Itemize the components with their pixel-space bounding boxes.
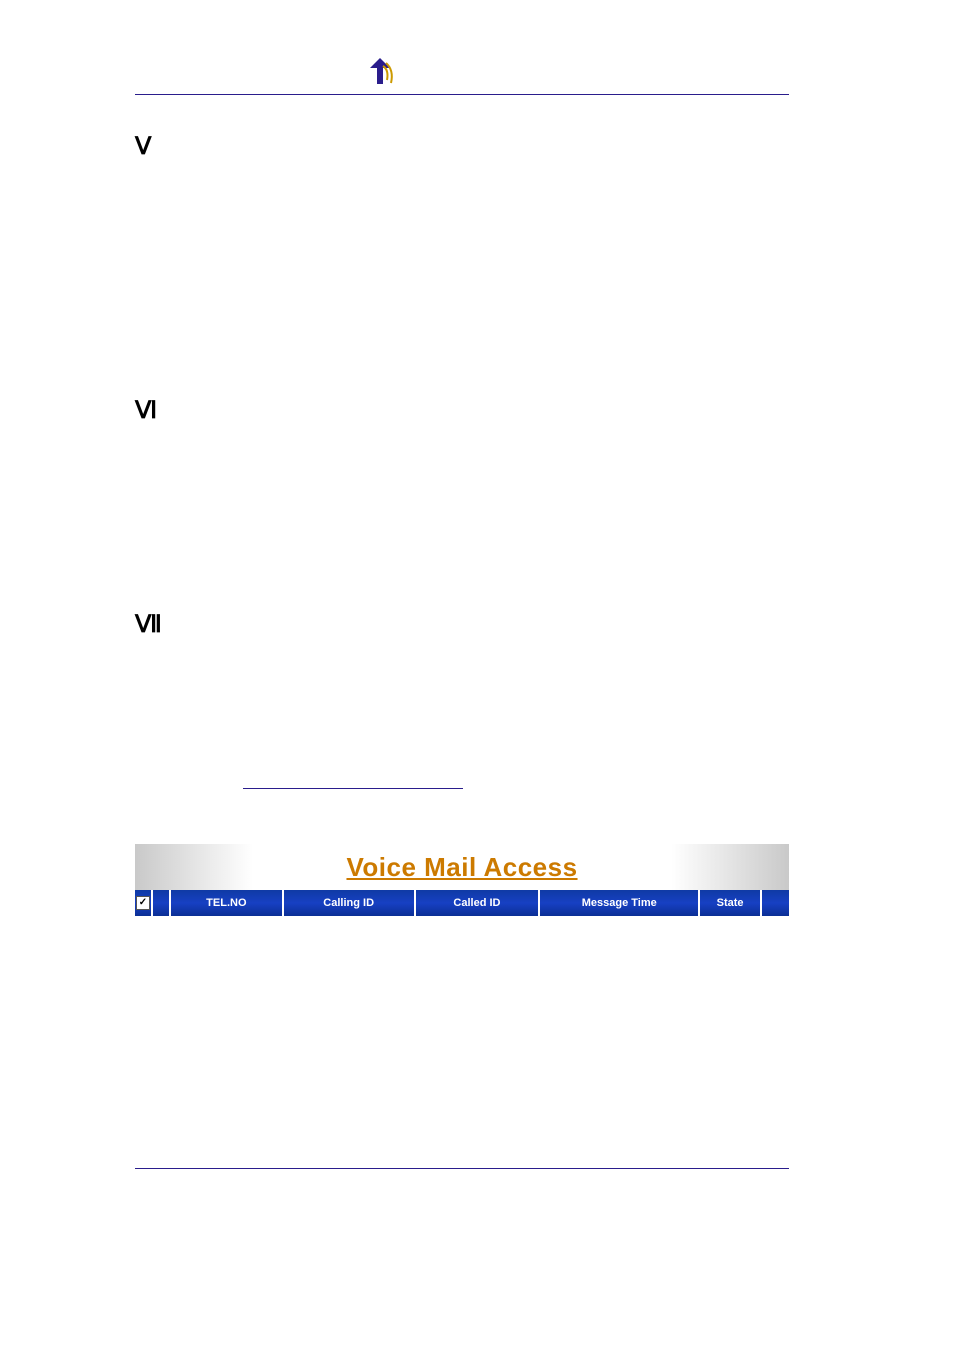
- column-message-time[interactable]: Message Time: [540, 890, 700, 916]
- checkbox-icon: ✓: [136, 896, 150, 910]
- voicemail-titlebar: Voice Mail Access: [135, 844, 789, 890]
- select-all-checkbox[interactable]: ✓: [135, 890, 153, 916]
- section-5: Ⅴ: [135, 135, 789, 359]
- column-actions: [762, 890, 789, 916]
- voicemail-panel: Voice Mail Access ✓ TEL.NO Calling ID Ca…: [135, 844, 789, 916]
- link-underline: [243, 787, 463, 789]
- section-7: Ⅶ: [135, 613, 789, 794]
- column-called-id[interactable]: Called ID: [416, 890, 541, 916]
- section-numeral: Ⅶ: [135, 613, 162, 637]
- status-column-header: [153, 890, 171, 916]
- header-divider: [135, 62, 789, 95]
- column-calling-id[interactable]: Calling ID: [284, 890, 416, 916]
- section-6: Ⅵ: [135, 399, 789, 573]
- section-numeral: Ⅵ: [135, 399, 157, 423]
- footer-divider: [135, 1168, 789, 1169]
- column-tel[interactable]: TEL.NO: [171, 890, 284, 916]
- column-state[interactable]: State: [700, 890, 762, 916]
- voicemail-title: Voice Mail Access: [346, 852, 577, 883]
- voicemail-header-row: ✓ TEL.NO Calling ID Called ID Message Ti…: [135, 890, 789, 916]
- section-numeral: Ⅴ: [135, 135, 151, 159]
- logo-icon: [363, 58, 399, 88]
